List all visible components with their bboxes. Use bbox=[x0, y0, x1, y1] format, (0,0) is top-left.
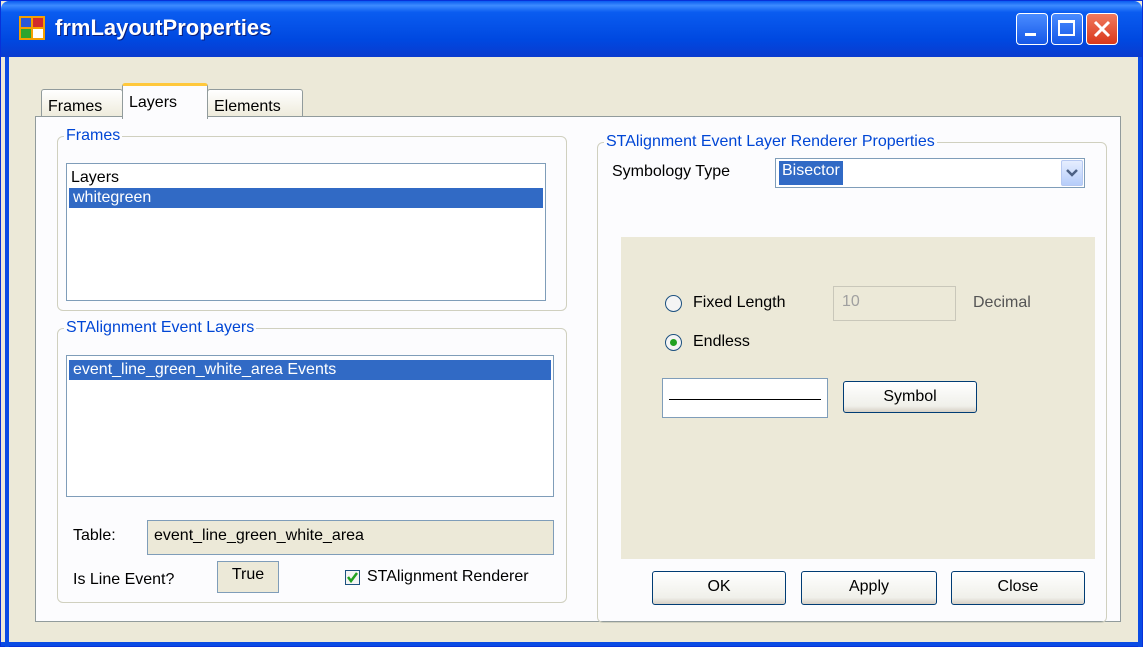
checkmark-icon bbox=[347, 572, 358, 584]
window-title: frmLayoutProperties bbox=[55, 15, 272, 40]
symbology-type-value: Bisector bbox=[779, 161, 843, 185]
list-item[interactable]: Layers bbox=[67, 168, 545, 188]
close-button[interactable]: Close bbox=[951, 571, 1085, 605]
event-layers-group-title: STAlignment Event Layers bbox=[66, 319, 255, 336]
maximize-icon bbox=[1058, 20, 1075, 36]
endless-radio[interactable] bbox=[665, 334, 682, 351]
list-item[interactable]: whitegreen bbox=[69, 188, 543, 208]
window-border-bottom bbox=[1, 642, 1142, 646]
endless-label[interactable]: Endless bbox=[693, 333, 750, 351]
table-label: Table: bbox=[73, 527, 116, 544]
symbology-type-dropdown[interactable]: Bisector bbox=[775, 158, 1085, 188]
window-border-right bbox=[1138, 57, 1142, 647]
title-bar[interactable]: frmLayoutProperties bbox=[1, 1, 1142, 57]
fixed-length-input[interactable]: 10 bbox=[833, 286, 956, 321]
fixed-length-unit-label: Decimal bbox=[973, 294, 1031, 311]
tab-layers-label: Layers bbox=[129, 94, 178, 111]
list-item[interactable]: event_line_green_white_area Events bbox=[69, 360, 551, 380]
table-value-field: event_line_green_white_area bbox=[147, 520, 554, 555]
symbology-type-label: Symbology Type bbox=[612, 163, 730, 180]
renderer-properties-group-title: STAlignment Event Layer Renderer Propert… bbox=[606, 133, 935, 150]
event-layers-listbox[interactable]: event_line_green_white_area Events bbox=[66, 355, 554, 497]
dropdown-button[interactable] bbox=[1061, 160, 1083, 186]
stalignment-renderer-checkbox[interactable] bbox=[345, 570, 360, 585]
form-app-icon bbox=[19, 16, 45, 40]
chevron-down-icon bbox=[1066, 169, 1078, 177]
line-symbol-sample bbox=[669, 399, 821, 400]
is-line-event-value: True bbox=[217, 561, 279, 593]
radio-selected-dot bbox=[670, 339, 677, 346]
frames-group-title: Frames bbox=[66, 127, 121, 144]
fixed-length-radio[interactable] bbox=[665, 295, 682, 312]
is-line-event-label: Is Line Event? bbox=[73, 571, 175, 588]
tab-elements-label: Elements bbox=[214, 98, 281, 115]
fixed-length-label[interactable]: Fixed Length bbox=[693, 294, 786, 312]
tab-frames[interactable]: Frames bbox=[41, 89, 123, 119]
stalignment-renderer-label[interactable]: STAlignment Renderer bbox=[367, 568, 567, 586]
minimize-button[interactable] bbox=[1016, 13, 1048, 45]
close-window-button[interactable] bbox=[1086, 13, 1118, 45]
close-icon bbox=[1093, 20, 1111, 38]
apply-button[interactable]: Apply bbox=[801, 571, 937, 605]
minimize-icon bbox=[1025, 33, 1036, 36]
tab-frames-label: Frames bbox=[48, 98, 103, 115]
maximize-button[interactable] bbox=[1051, 13, 1083, 45]
symbol-button[interactable]: Symbol bbox=[843, 381, 977, 413]
tab-layers[interactable]: Layers bbox=[122, 83, 208, 119]
layout-properties-window: frmLayoutProperties Frames Layers Elemen… bbox=[0, 0, 1143, 647]
frames-listbox[interactable]: Layers whitegreen bbox=[66, 163, 546, 301]
tab-elements[interactable]: Elements bbox=[207, 89, 303, 119]
window-border-left bbox=[5, 57, 9, 647]
symbol-preview bbox=[662, 378, 828, 418]
ok-button[interactable]: OK bbox=[652, 571, 786, 605]
